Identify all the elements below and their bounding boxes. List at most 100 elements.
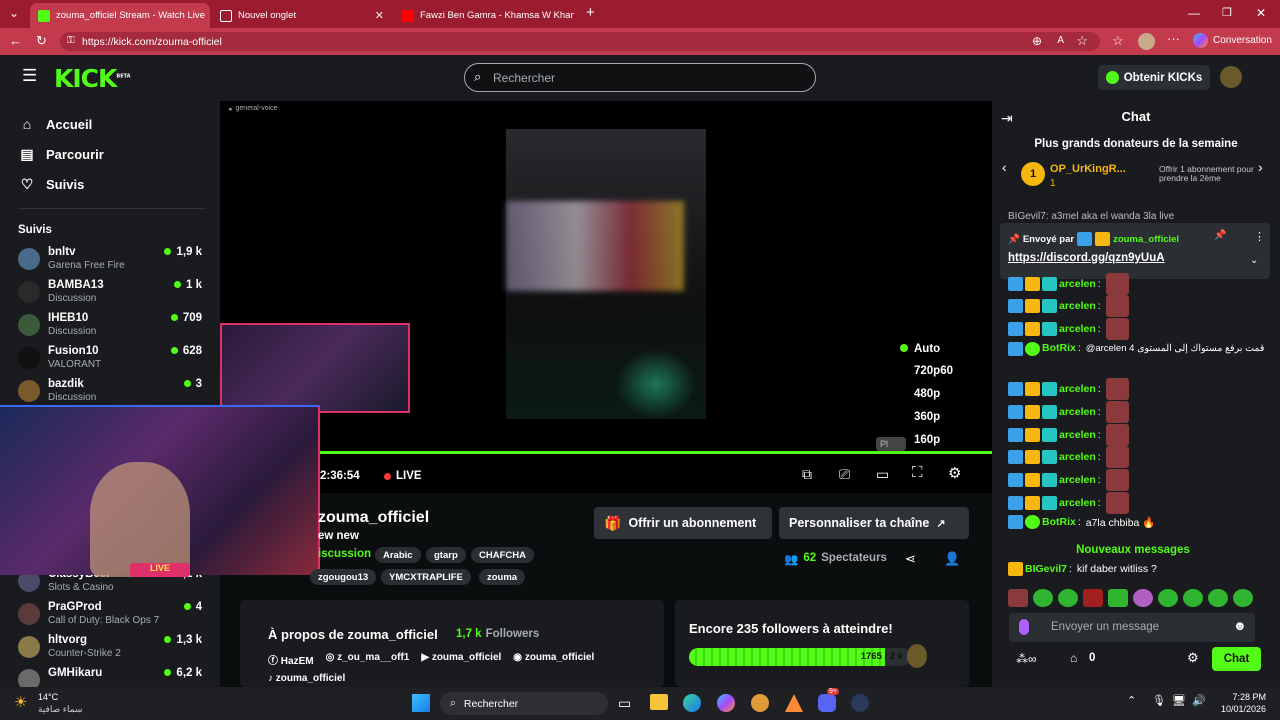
channel-name-heading[interactable]: zouma_officiel	[318, 509, 429, 527]
emote-button[interactable]	[1133, 589, 1153, 607]
social-tiktok[interactable]: ♪ zouma_officiel	[268, 673, 345, 684]
chat-username[interactable]: arcelen	[1059, 474, 1096, 486]
network-icon[interactable]: 🖥	[1172, 694, 1186, 707]
hamburger-menu-icon[interactable]: ☰	[22, 66, 37, 86]
steam-icon[interactable]	[851, 694, 869, 712]
gift-subscription-button[interactable]: 🎁 Offrir un abonnement	[594, 507, 772, 539]
expand-pinned-icon[interactable]: ⌄	[1250, 255, 1258, 266]
pinned-user[interactable]: zouma_officiel	[1113, 234, 1179, 245]
tab-new-tab[interactable]: Nouvel onglet ✕	[212, 3, 392, 28]
tag-gtarp[interactable]: gtarp	[426, 547, 466, 563]
copilot-taskbar-icon[interactable]	[717, 694, 735, 712]
weather-icon[interactable]: ☀	[14, 693, 27, 711]
tab-youtube[interactable]: Fawzi Ben Gamra - Khamsa W Kham ✕	[394, 3, 574, 28]
more-menu-icon[interactable]: ···	[1167, 31, 1180, 46]
emote-button[interactable]	[1233, 589, 1253, 607]
nav-browse[interactable]: ▤ Parcourir	[19, 146, 103, 163]
quality-option-360p[interactable]: 360p	[914, 411, 940, 423]
live-progress-bar[interactable]	[320, 451, 992, 454]
emote-button[interactable]	[1083, 589, 1103, 607]
emote-button[interactable]	[1183, 589, 1203, 607]
channel-points-icon[interactable]: ⁂∞	[1016, 652, 1037, 666]
clock-time[interactable]: 7:28 PM	[1218, 692, 1266, 702]
emote-button[interactable]	[1058, 589, 1078, 607]
following-item-hltvorg[interactable]: hltvorg Counter-Strike 2 1,3 k	[18, 634, 204, 667]
follow-user-icon[interactable]: 👤	[944, 551, 960, 567]
mic-icon[interactable]: 🎙	[1152, 694, 1166, 707]
following-item-fusion10[interactable]: Fusion10 VALORANT 628	[18, 345, 204, 378]
unpin-icon[interactable]: 📌	[1214, 230, 1226, 241]
quality-option-auto[interactable]: Auto	[900, 343, 940, 355]
fullscreen-icon[interactable]: ⛶	[912, 464, 923, 481]
chat-settings-icon[interactable]: ⚙	[1187, 650, 1199, 666]
clock-date[interactable]: 10/01/2026	[1212, 704, 1266, 714]
gift-cta-text[interactable]: Offrir 1 abonnement pour prendre la 2ème	[1159, 165, 1269, 183]
chat-username[interactable]: arcelen	[1059, 300, 1096, 312]
profile-avatar[interactable]	[1138, 33, 1155, 50]
quality-option-720p60[interactable]: 720p60	[914, 365, 953, 377]
customize-channel-button[interactable]: Personnaliser ta chaîne ↗	[779, 507, 969, 539]
chat-username[interactable]: arcelen	[1059, 497, 1096, 509]
leaderboard-prev-icon[interactable]: ‹	[1002, 159, 1007, 175]
emote-button[interactable]	[1033, 589, 1053, 607]
tag-zgougou13[interactable]: zgougou13	[310, 569, 377, 585]
following-item-bnltv[interactable]: bnltv Garena Free Fire 1,9 k	[18, 246, 204, 279]
new-tab-button[interactable]: +	[586, 4, 595, 21]
new-messages-divider[interactable]: Nouveaux messages	[1002, 544, 1264, 556]
get-kicks-button[interactable]: Obtenir KICKs	[1098, 65, 1210, 90]
read-aloud-icon[interactable]: A	[1057, 35, 1064, 46]
social-discord[interactable]: ◉ zouma_officiel	[513, 652, 594, 667]
following-item-gmhikaru[interactable]: GMHikaru 6,2 k	[18, 667, 204, 691]
chat-username[interactable]: arcelen	[1059, 406, 1096, 418]
tray-chevron-icon[interactable]: ⌃	[1127, 694, 1136, 707]
video-player[interactable]: ◂ general-voice Auto 720p60 480p 360p 160…	[220, 101, 992, 493]
emote-button[interactable]	[1158, 589, 1178, 607]
share-icon[interactable]: ⋖	[905, 551, 916, 567]
pinned-menu-icon[interactable]: ⋮	[1254, 230, 1265, 243]
pip-icon[interactable]: ⧉	[802, 466, 812, 483]
nav-following[interactable]: ♡ Suivis	[19, 176, 85, 193]
chat-message-input[interactable]: Envoyer un message ☻	[1009, 613, 1255, 642]
file-explorer-icon[interactable]	[650, 694, 668, 710]
windows-start-icon[interactable]	[412, 694, 430, 712]
tag-chafcha[interactable]: CHAFCHA	[471, 547, 534, 563]
tag-zouma[interactable]: zouma	[479, 569, 526, 585]
pinned-link[interactable]: https://discord.gg/qzn9yUuA	[1008, 252, 1165, 264]
quality-option-160p[interactable]: 160p	[914, 434, 940, 446]
favorites-icon[interactable]: ☆	[1112, 33, 1124, 49]
favorite-star-icon[interactable]: ☆	[1076, 33, 1088, 49]
site-info-icon[interactable]: ⚿	[67, 35, 75, 46]
following-item-iheb10[interactable]: IHEB10 Discussion 709	[18, 312, 204, 345]
close-tab-icon[interactable]: ✕	[375, 9, 384, 22]
social-instagram[interactable]: ◎ z_ou_ma__off1	[326, 652, 410, 667]
emoji-picker-icon[interactable]: ☻	[1233, 618, 1247, 633]
social-youtube[interactable]: ▶ zouma_officiel	[421, 652, 501, 667]
top-donor-name[interactable]: OP_UrKingR...	[1050, 163, 1126, 175]
task-view-icon[interactable]: ▭	[618, 695, 631, 712]
stream-category[interactable]: iscussion	[318, 548, 371, 560]
search-input[interactable]: ⌕ Rechercher	[464, 63, 816, 92]
clip-icon[interactable]: ⎚	[839, 466, 850, 483]
tab-list-chevron-icon[interactable]: ⌄	[9, 6, 19, 20]
social-facebook[interactable]: ⓕ HazEM	[268, 652, 314, 667]
chat-username[interactable]: BIGevil7	[1025, 563, 1067, 575]
send-chat-button[interactable]: Chat	[1212, 647, 1261, 671]
edge-icon[interactable]	[683, 694, 701, 712]
tag-arabic[interactable]: Arabic	[375, 547, 421, 563]
copilot-button[interactable]: Conversation	[1193, 33, 1272, 48]
chat-username[interactable]: arcelen	[1059, 278, 1096, 290]
tab-kick-stream[interactable]: zouma_officiel Stream - Watch Live ✕	[30, 3, 210, 28]
chat-username[interactable]: arcelen	[1059, 383, 1096, 395]
theater-mode-icon[interactable]: ▭	[876, 466, 889, 483]
zoom-icon[interactable]: ⊕	[1032, 34, 1042, 48]
nav-home[interactable]: ⌂ Accueil	[19, 116, 92, 132]
following-item-bamba13[interactable]: BAMBA13 Discussion 1 k	[18, 279, 204, 312]
chat-username[interactable]: arcelen	[1059, 323, 1096, 335]
chat-username[interactable]: arcelen	[1059, 451, 1096, 463]
back-icon[interactable]: ←	[9, 33, 22, 48]
tag-ymcxtraplife[interactable]: YMCXTRAPLIFE	[381, 569, 471, 585]
kick-logo[interactable]: KICKBETA	[54, 64, 131, 93]
minimize-icon[interactable]: —	[1188, 6, 1200, 20]
emote-button[interactable]	[1008, 589, 1028, 607]
user-avatar[interactable]	[1220, 66, 1242, 88]
